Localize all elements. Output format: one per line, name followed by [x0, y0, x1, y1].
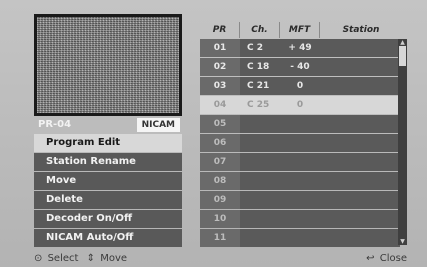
cell-station — [320, 96, 400, 114]
cell-mft: + 49 — [280, 39, 320, 57]
cell-mft — [280, 191, 320, 209]
menu-item-program-edit[interactable]: Program Edit — [34, 134, 182, 152]
cell-pr: 07 — [200, 153, 240, 171]
tv-preview-noise — [34, 14, 182, 116]
scrollbar-thumb[interactable] — [399, 46, 406, 66]
preview-info-bar: PR-04 NICAM — [34, 117, 182, 133]
cell-ch — [240, 191, 280, 209]
move-hint: Move — [100, 253, 128, 264]
table-row[interactable]: 08 — [200, 172, 400, 190]
edit-menu: Program Edit Station Rename Move Delete … — [34, 134, 182, 248]
table-row[interactable]: 04 C 25 0 — [200, 96, 400, 114]
cell-pr: 11 — [200, 229, 240, 247]
nicam-badge: NICAM — [136, 118, 180, 132]
cell-station — [320, 191, 400, 209]
menu-item-delete[interactable]: Delete — [34, 191, 182, 209]
cell-ch — [240, 134, 280, 152]
circle-select-icon: ⊙ — [34, 253, 43, 264]
program-number-label: PR-04 — [38, 119, 72, 130]
cell-station — [320, 210, 400, 228]
header-pr: PR — [200, 22, 240, 38]
table-row[interactable]: 01 C 2 + 49 — [200, 39, 400, 57]
program-table: PR Ch. MFT Station 01 C 2 + 49 02 C 18- 40 03… — [200, 22, 410, 250]
cell-mft — [280, 172, 320, 190]
cell-mft — [280, 134, 320, 152]
cell-pr: 06 — [200, 134, 240, 152]
table-body: 01 C 2 + 49 02 C 18- 40 03 C 21 0 04 C 25 0 05 06 07 0… — [200, 39, 400, 248]
cell-pr: 02 — [200, 58, 240, 76]
cell-station — [320, 77, 400, 95]
cell-pr: 08 — [200, 172, 240, 190]
cell-ch: C 21 — [240, 77, 280, 95]
scroll-up-arrow-icon[interactable]: ▲ — [398, 39, 407, 46]
menu-item-move[interactable]: Move — [34, 172, 182, 190]
cell-station — [320, 58, 400, 76]
table-row[interactable]: 06 — [200, 134, 400, 152]
cell-pr: 09 — [200, 191, 240, 209]
cell-ch — [240, 153, 280, 171]
cell-station — [320, 172, 400, 190]
menu-item-station-rename[interactable]: Station Rename — [34, 153, 182, 171]
cell-pr: 01 — [200, 39, 240, 57]
cell-station — [320, 134, 400, 152]
cell-pr: 10 — [200, 210, 240, 228]
cell-mft — [280, 153, 320, 171]
close-hint[interactable]: Close — [380, 253, 407, 264]
cell-ch: C 2 — [240, 39, 280, 57]
cell-mft — [280, 115, 320, 133]
footer-close: ↩ Close — [366, 253, 407, 264]
return-arrow-icon: ↩ — [366, 253, 375, 264]
cell-mft: 0 — [280, 77, 320, 95]
table-header: PR Ch. MFT Station — [200, 22, 410, 38]
cell-station — [320, 153, 400, 171]
cell-ch — [240, 115, 280, 133]
header-station: Station — [342, 25, 380, 35]
cell-pr: 03 — [200, 77, 240, 95]
table-row[interactable]: 10 — [200, 210, 400, 228]
cell-station — [320, 39, 400, 57]
select-hint: Select — [47, 253, 79, 264]
menu-item-nicam[interactable]: NICAM Auto/Off — [34, 229, 182, 247]
footer-hints: ⊙ Select ⇕ Move — [34, 253, 127, 264]
cell-mft — [280, 229, 320, 247]
scrollbar[interactable] — [398, 39, 407, 245]
up-down-arrows-icon: ⇕ — [86, 253, 96, 264]
cell-ch: C 18 — [240, 58, 280, 76]
cell-ch — [240, 172, 280, 190]
table-row[interactable]: 09 — [200, 191, 400, 209]
table-row[interactable]: 07 — [200, 153, 400, 171]
header-mft: MFT — [280, 22, 320, 38]
cell-station — [320, 115, 400, 133]
table-row[interactable]: 02 C 18- 40 — [200, 58, 400, 76]
cell-mft: 0 — [280, 96, 320, 114]
header-ch: Ch. — [240, 22, 280, 38]
cell-mft: - 40 — [280, 58, 320, 76]
cell-station — [320, 229, 400, 247]
scroll-down-arrow-icon[interactable]: ▼ — [398, 238, 407, 245]
table-row[interactable]: 05 — [200, 115, 400, 133]
osd-screen: PR-04 NICAM Program Edit Station Rename … — [0, 0, 427, 267]
cell-pr: 05 — [200, 115, 240, 133]
menu-item-decoder[interactable]: Decoder On/Off — [34, 210, 182, 228]
cell-ch — [240, 229, 280, 247]
table-row[interactable]: 11 — [200, 229, 400, 247]
cell-mft — [280, 210, 320, 228]
cell-pr: 04 — [200, 96, 240, 114]
cell-ch: C 25 — [240, 96, 280, 114]
cell-ch — [240, 210, 280, 228]
table-row[interactable]: 03 C 21 0 — [200, 77, 400, 95]
